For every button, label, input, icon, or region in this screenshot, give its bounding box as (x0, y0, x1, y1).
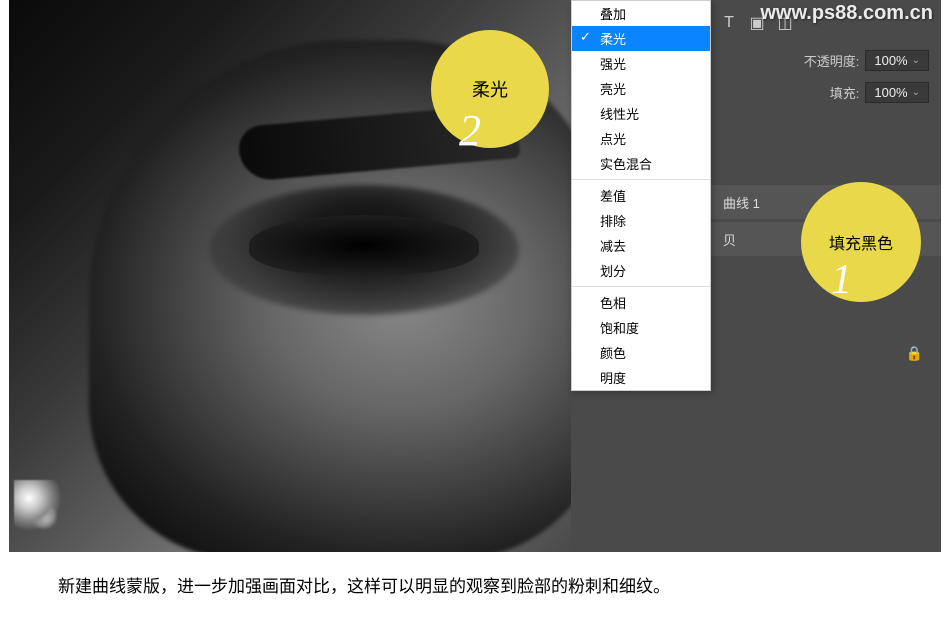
blend-mode-difference[interactable]: 差值 (572, 183, 710, 208)
fill-value[interactable]: 100% (865, 82, 929, 103)
menu-divider (572, 286, 710, 287)
opacity-value[interactable]: 100% (865, 50, 929, 71)
opacity-control: 不透明度: 100% (804, 50, 929, 71)
blend-mode-overlay[interactable]: 叠加 (572, 1, 710, 26)
fill-label: 填充: (830, 83, 860, 102)
menu-divider (572, 179, 710, 180)
opacity-label: 不透明度: (804, 51, 860, 70)
blend-mode-hue[interactable]: 色相 (572, 290, 710, 315)
lock-icon[interactable]: 🔒 (906, 345, 923, 362)
blend-mode-hard-light[interactable]: 强光 (572, 51, 710, 76)
annotation-soft-light: 柔光 2 (431, 30, 549, 148)
eye (249, 215, 479, 275)
blend-mode-vivid-light[interactable]: 亮光 (572, 76, 710, 101)
blend-mode-luminosity[interactable]: 明度 (572, 365, 710, 390)
blend-mode-linear-light[interactable]: 线性光 (572, 101, 710, 126)
blend-mode-dropdown: 叠加 柔光 强光 亮光 线性光 点光 实色混合 差值 排除 减去 划分 色相 饱… (571, 0, 711, 391)
annotation-text: 填充黑色 (829, 230, 893, 254)
layer-name: 贝 (723, 230, 736, 249)
blend-mode-color[interactable]: 颜色 (572, 340, 710, 365)
type-icon[interactable]: T (719, 13, 739, 33)
layer-name: 曲线 1 (723, 193, 760, 212)
annotation-number: 2 (459, 105, 481, 156)
blend-mode-saturation[interactable]: 饱和度 (572, 315, 710, 340)
blend-mode-soft-light[interactable]: 柔光 (572, 26, 710, 51)
annotation-fill-black: 填充黑色 1 (801, 182, 921, 302)
blend-mode-pin-light[interactable]: 点光 (572, 126, 710, 151)
blend-mode-exclusion[interactable]: 排除 (572, 208, 710, 233)
blend-mode-divide[interactable]: 划分 (572, 258, 710, 283)
tutorial-caption: 新建曲线蒙版，进一步加强画面对比，这样可以明显的观察到脸部的粉刺和细纹。 (58, 572, 670, 597)
annotation-number: 1 (831, 256, 852, 304)
earring (14, 480, 64, 540)
watermark: www.ps88.com.cn (752, 0, 941, 27)
fill-control: 填充: 100% (830, 82, 929, 103)
blend-mode-hard-mix[interactable]: 实色混合 (572, 151, 710, 176)
blend-mode-subtract[interactable]: 减去 (572, 233, 710, 258)
annotation-text: 柔光 (472, 76, 508, 102)
